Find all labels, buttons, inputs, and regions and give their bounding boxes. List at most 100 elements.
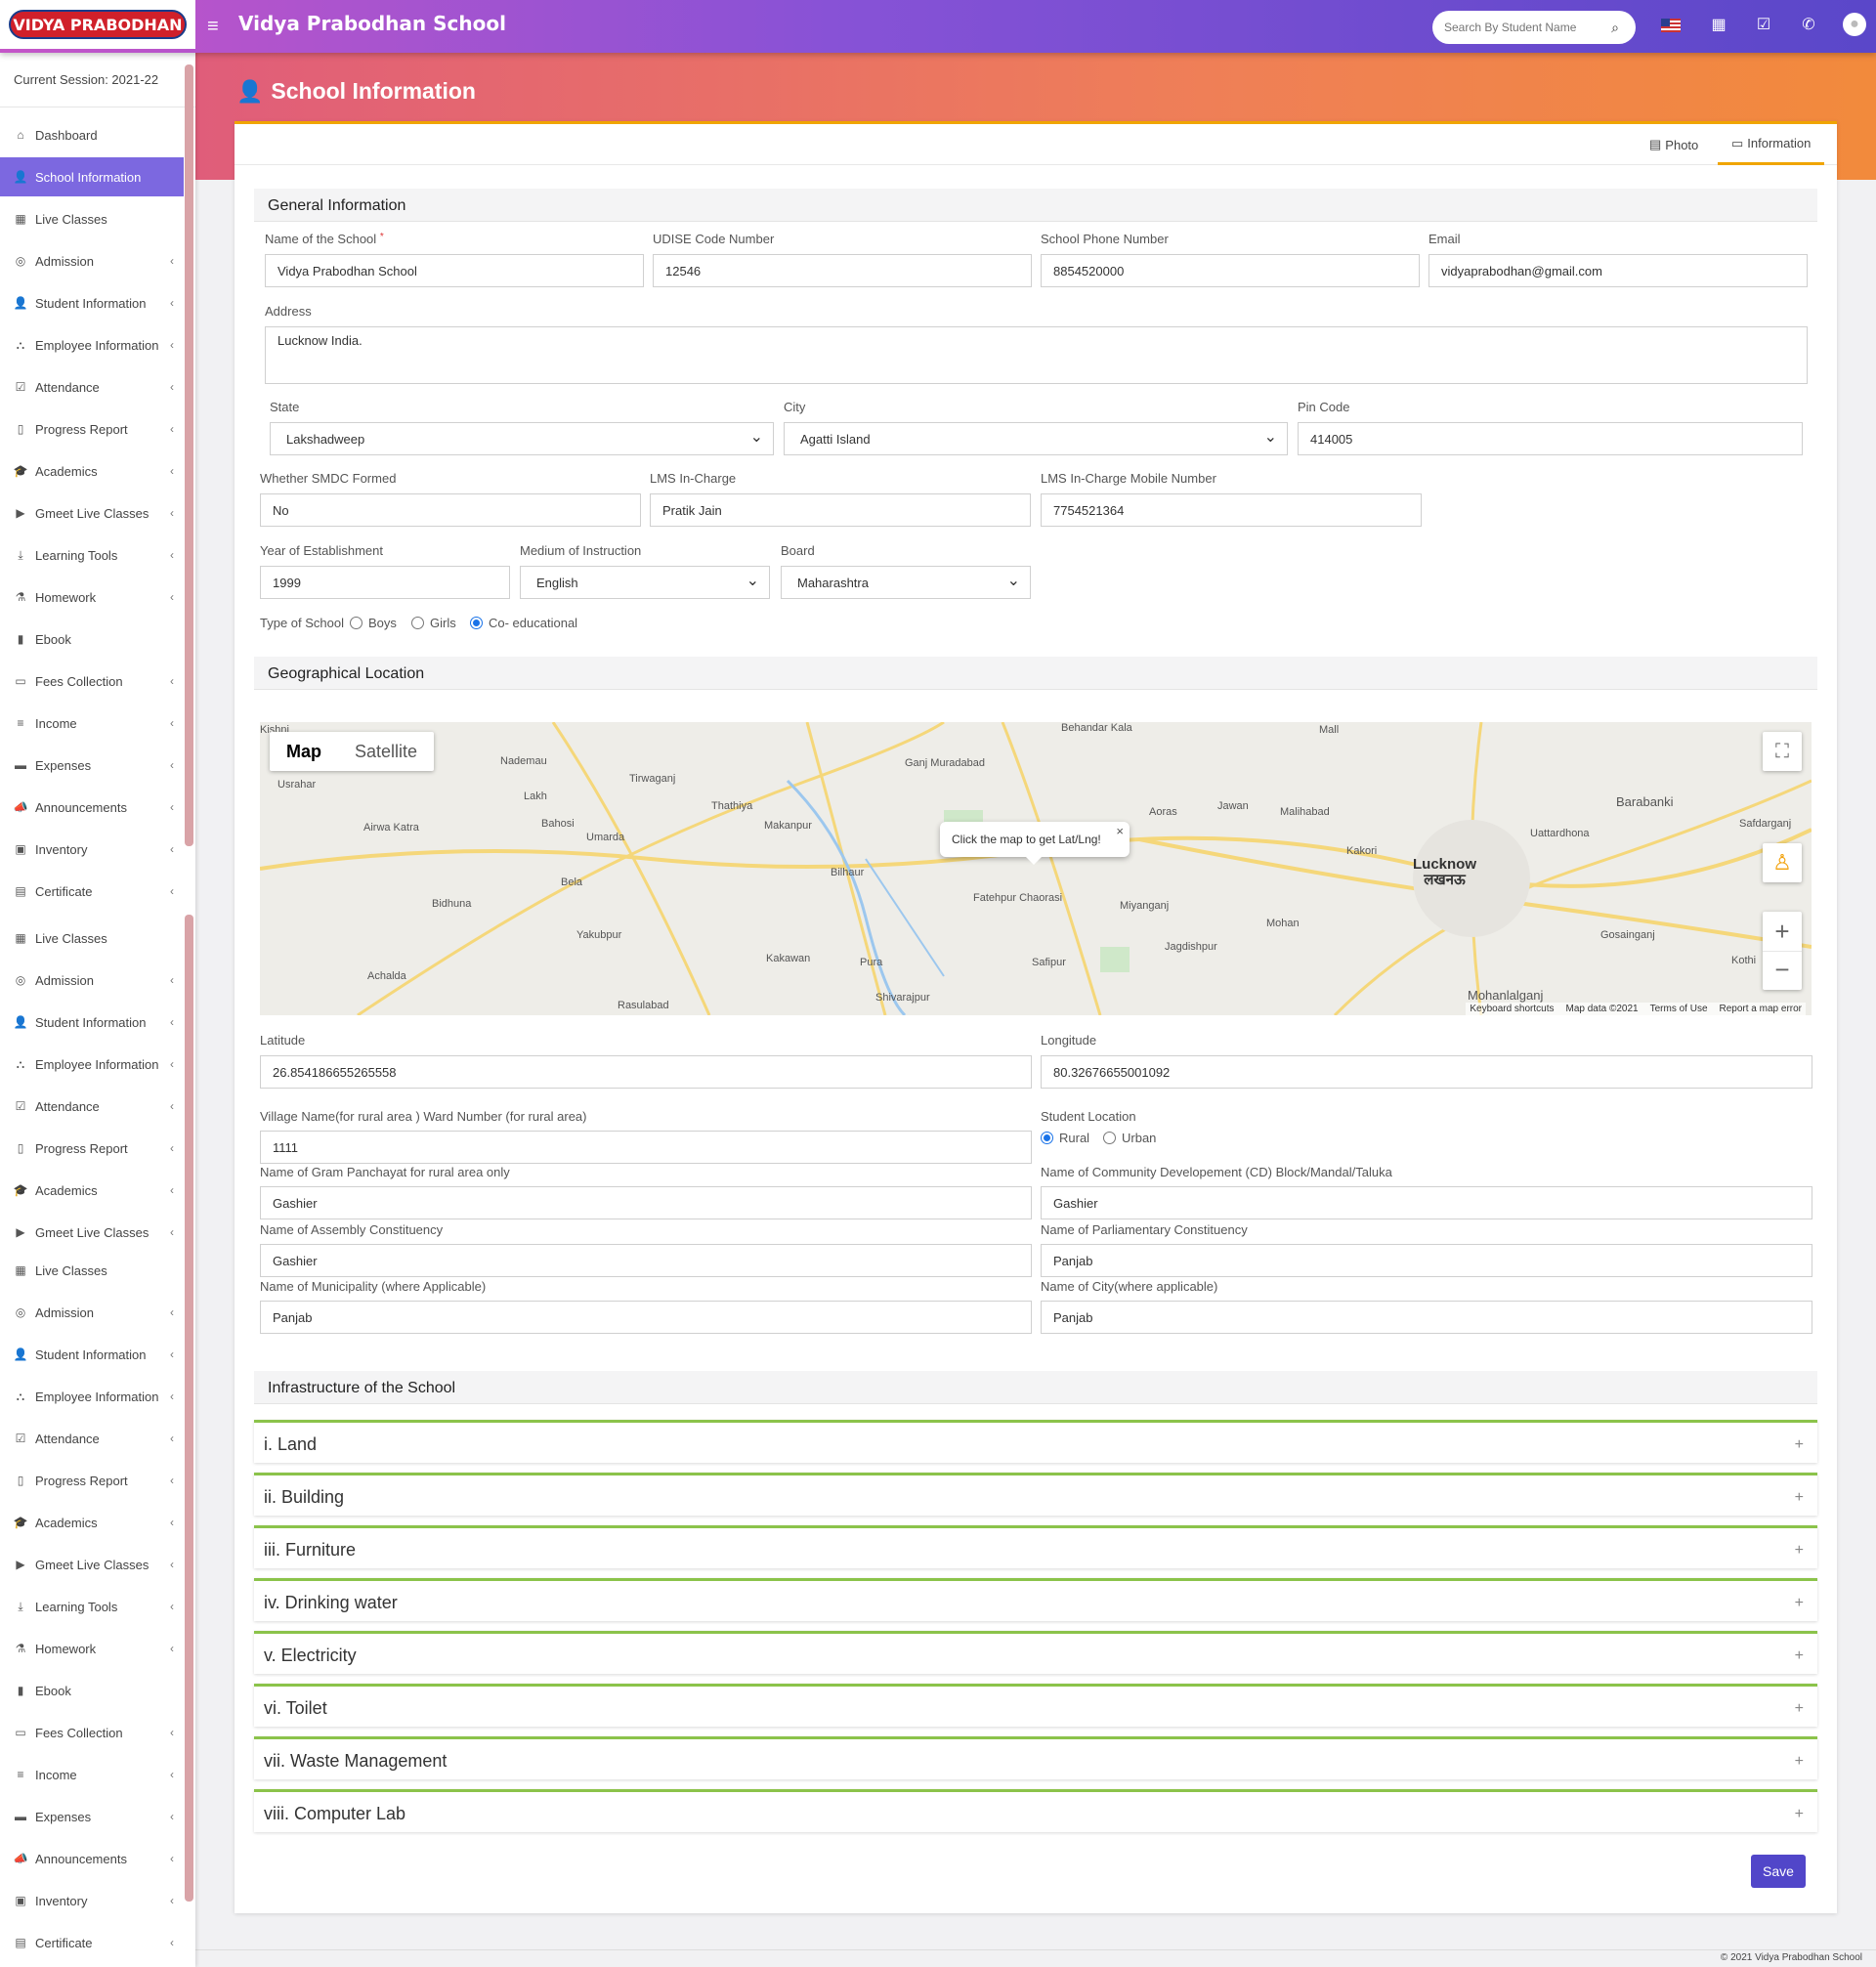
type-coed-radio[interactable]: Co- educational — [470, 616, 577, 630]
sidebar-item-ebook[interactable]: ▮ Ebook — [0, 1671, 186, 1710]
sidebar-item-learning-tools[interactable]: ⤓ Learning Tools ‹ — [0, 535, 186, 575]
accordion-item[interactable]: viii. Computer Lab + — [254, 1789, 1817, 1832]
sidebar-item-progress-report[interactable]: ▯ Progress Report ‹ — [0, 1461, 186, 1500]
logo[interactable]: VIDYA PRABODHAN — [9, 10, 187, 39]
sidebar-item-income[interactable]: ≡ Income ‹ — [0, 1755, 186, 1794]
hamburger-menu-icon[interactable]: ≡ — [207, 15, 227, 38]
type-girls-radio[interactable]: Girls — [411, 616, 456, 630]
report-error-link[interactable]: Report a map error — [1720, 1004, 1802, 1014]
keyboard-shortcuts-link[interactable]: Keyboard shortcuts — [1470, 1004, 1554, 1014]
municipality-input[interactable]: Panjab — [260, 1301, 1032, 1334]
sidebar-item-expenses[interactable]: ▬ Expenses ‹ — [0, 746, 186, 785]
accordion-item[interactable]: iv. Drinking water + — [254, 1578, 1817, 1621]
sidebar-item-announcements[interactable]: 📣 Announcements ‹ — [0, 788, 186, 827]
sidebar-item-inventory[interactable]: ▣ Inventory ‹ — [0, 830, 186, 869]
radio-circle-selected[interactable] — [470, 617, 483, 629]
email-input[interactable]: vidyaprabodhan@gmail.com — [1428, 254, 1808, 287]
sidebar-item-learning-tools[interactable]: ⤓ Learning Tools ‹ — [0, 1587, 186, 1626]
sidebar-item-homework[interactable]: ⚗ Homework ‹ — [0, 577, 186, 617]
pin-input[interactable]: 414005 — [1298, 422, 1803, 455]
accordion-item[interactable]: iii. Furniture + — [254, 1525, 1817, 1568]
village-input[interactable]: 1111 — [260, 1131, 1032, 1164]
user-avatar-icon[interactable]: ● — [1843, 13, 1866, 36]
sidebar-item-employee-information[interactable]: ⛬ Employee Information ‹ — [0, 1045, 186, 1084]
task-check-icon[interactable]: ☑ — [1753, 15, 1774, 36]
sidebar-item-academics[interactable]: 🎓 Academics ‹ — [0, 1503, 186, 1542]
logo-container[interactable]: VIDYA PRABODHAN — [0, 0, 195, 49]
longitude-input[interactable]: 80.32676655001092 — [1041, 1055, 1812, 1089]
radio-circle-selected[interactable] — [1041, 1132, 1053, 1144]
whatsapp-icon[interactable]: ✆ — [1798, 15, 1819, 36]
sidebar-item-progress-report[interactable]: ▯ Progress Report ‹ — [0, 1129, 186, 1168]
radio-circle[interactable] — [350, 617, 362, 629]
state-select[interactable]: Lakshadweep — [270, 422, 774, 455]
accordion-item[interactable]: ii. Building + — [254, 1473, 1817, 1516]
sidebar-item-certificate[interactable]: ▤ Certificate ‹ — [0, 872, 186, 911]
sidebar-item-employee-information[interactable]: ⛬ Employee Information ‹ — [0, 1377, 186, 1416]
plus-icon[interactable]: + — [1795, 1700, 1804, 1718]
sidebar-item-inventory[interactable]: ▣ Inventory ‹ — [0, 1881, 186, 1920]
assembly-input[interactable]: Gashier — [260, 1244, 1032, 1277]
sidebar-scroll-thumb-2[interactable] — [185, 915, 193, 1902]
phone-input[interactable]: 8854520000 — [1041, 254, 1420, 287]
sidebar-item-admission[interactable]: ◎ Admission ‹ — [0, 241, 186, 280]
map-type-map-button[interactable]: Map — [270, 732, 338, 771]
accordion-item[interactable]: i. Land + — [254, 1420, 1817, 1463]
location-urban-radio[interactable]: Urban — [1103, 1131, 1156, 1145]
sidebar-item-student-information[interactable]: 👤 Student Information ‹ — [0, 283, 186, 322]
accordion-item[interactable]: v. Electricity + — [254, 1631, 1817, 1674]
sidebar-item-homework[interactable]: ⚗ Homework ‹ — [0, 1629, 186, 1668]
sidebar-item-academics[interactable]: 🎓 Academics ‹ — [0, 451, 186, 491]
year-input[interactable]: 1999 — [260, 566, 510, 599]
sidebar-item-fees-collection[interactable]: ▭ Fees Collection ‹ — [0, 662, 186, 701]
panchayat-input[interactable]: Gashier — [260, 1186, 1032, 1219]
sidebar-item-gmeet-live-classes[interactable]: ▶ Gmeet Live Classes ‹ — [0, 1545, 186, 1584]
radio-circle[interactable] — [1103, 1132, 1116, 1144]
location-rural-radio[interactable]: Rural — [1041, 1131, 1089, 1145]
zoom-in-icon[interactable]: + — [1763, 912, 1802, 951]
tab-photo[interactable]: ▤ Photo — [1636, 124, 1712, 165]
sidebar-item-employee-information[interactable]: ⛬ Employee Information ‹ — [0, 325, 186, 364]
calendar-icon[interactable]: ▦ — [1708, 15, 1729, 36]
map-type-satellite-button[interactable]: Satellite — [338, 732, 434, 771]
sidebar-item-live-classes[interactable]: ▦ Live Classes — [0, 919, 186, 958]
us-flag-icon[interactable] — [1661, 19, 1681, 32]
city-select[interactable]: Agatti Island — [784, 422, 1288, 455]
latitude-input[interactable]: 26.854186655265558 — [260, 1055, 1032, 1089]
plus-icon[interactable]: + — [1795, 1542, 1804, 1560]
fullscreen-icon[interactable]: ⛶ — [1763, 732, 1802, 771]
sidebar-item-student-information[interactable]: 👤 Student Information ‹ — [0, 1003, 186, 1042]
school-name-input[interactable]: Vidya Prabodhan School — [265, 254, 644, 287]
sidebar-item-live-classes[interactable]: ▦ Live Classes — [0, 1251, 186, 1290]
lms-mobile-input[interactable]: 7754521364 — [1041, 493, 1422, 527]
sidebar-item-attendance[interactable]: ☑ Attendance ‹ — [0, 367, 186, 406]
sidebar-item-certificate[interactable]: ▤ Certificate ‹ — [0, 1923, 186, 1962]
sidebar-item-progress-report[interactable]: ▯ Progress Report ‹ — [0, 409, 186, 449]
street-view-pegman-icon[interactable]: ♙ — [1763, 843, 1802, 882]
sidebar-item-attendance[interactable]: ☑ Attendance ‹ — [0, 1087, 186, 1126]
search-input[interactable] — [1444, 21, 1607, 34]
city-applicable-input[interactable]: Panjab — [1041, 1301, 1812, 1334]
close-icon[interactable]: × — [1116, 824, 1124, 838]
smdc-input[interactable]: No — [260, 493, 641, 527]
sidebar-item-student-information[interactable]: 👤 Student Information ‹ — [0, 1335, 186, 1374]
search-icon[interactable]: ⌕ — [1606, 19, 1624, 36]
sidebar-item-school-information[interactable]: 👤 School Information — [0, 157, 186, 196]
sidebar-item-fees-collection[interactable]: ▭ Fees Collection ‹ — [0, 1713, 186, 1752]
type-boys-radio[interactable]: Boys — [350, 616, 397, 630]
accordion-item[interactable]: vi. Toilet + — [254, 1684, 1817, 1727]
sidebar-item-live-classes[interactable]: ▦ Live Classes — [0, 199, 186, 238]
tab-information[interactable]: ▭ Information — [1718, 124, 1825, 165]
plus-icon[interactable]: + — [1795, 1753, 1804, 1771]
sidebar-item-attendance[interactable]: ☑ Attendance ‹ — [0, 1419, 186, 1458]
save-button[interactable]: Save — [1751, 1855, 1806, 1888]
plus-icon[interactable]: + — [1795, 1436, 1804, 1454]
lms-input[interactable]: Pratik Jain — [650, 493, 1031, 527]
radio-circle[interactable] — [411, 617, 424, 629]
cd-block-input[interactable]: Gashier — [1041, 1186, 1812, 1219]
parliament-input[interactable]: Panjab — [1041, 1244, 1812, 1277]
sidebar-item-admission[interactable]: ◎ Admission ‹ — [0, 1293, 186, 1332]
accordion-item[interactable]: vii. Waste Management + — [254, 1736, 1817, 1779]
sidebar-item-income[interactable]: ≡ Income ‹ — [0, 704, 186, 743]
sidebar-item-academics[interactable]: 🎓 Academics ‹ — [0, 1171, 186, 1210]
